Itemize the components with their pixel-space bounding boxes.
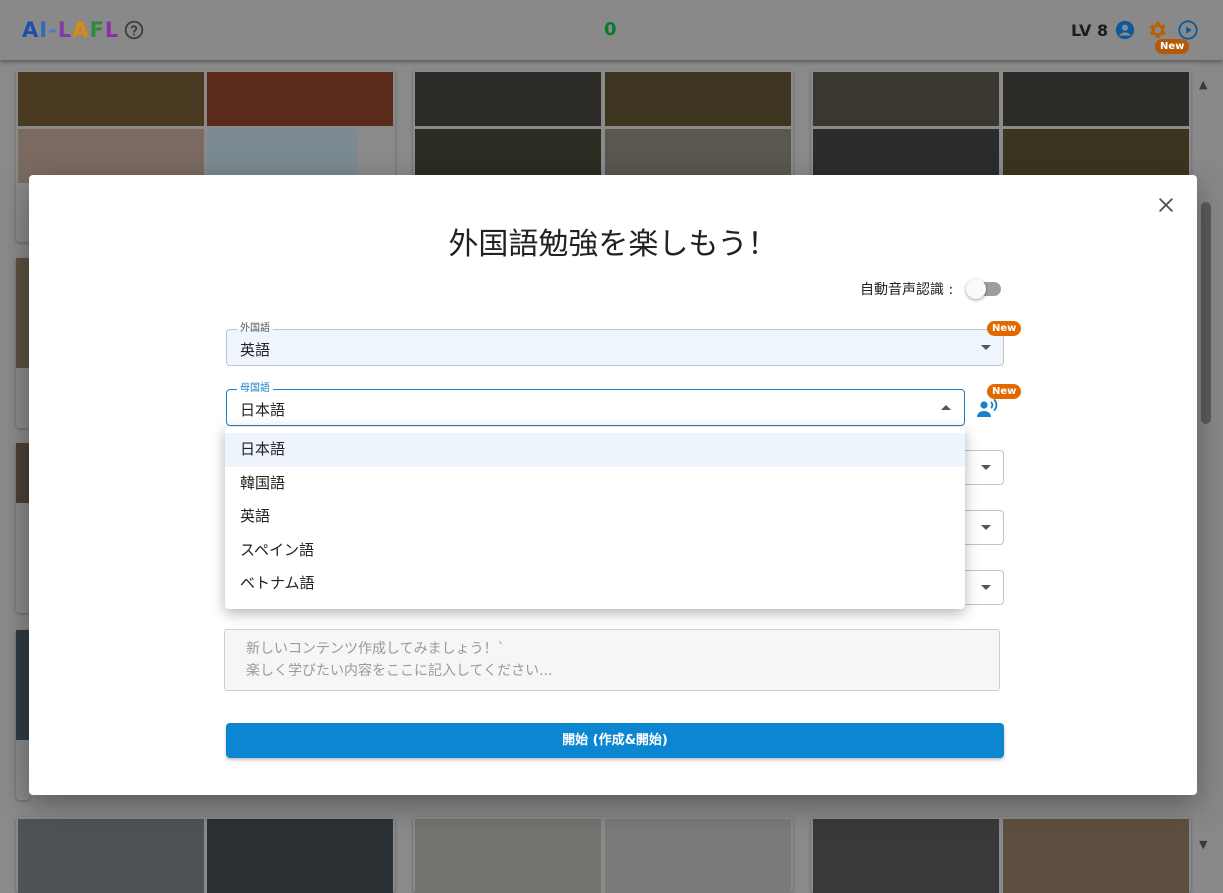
start-dialog: 外国語勉強を楽しもう！ 自動音声認識 : 外国語 英語 New 母国語 日本語 … (29, 175, 1197, 795)
native-language-select[interactable]: 母国語 日本語 (226, 382, 965, 426)
logo-letter: L (104, 18, 120, 42)
foreign-language-select[interactable]: 外国語 英語 (226, 322, 1004, 366)
card-image (1003, 819, 1189, 893)
logo-letter: I (39, 18, 49, 42)
card-image (605, 72, 791, 126)
card-image (16, 443, 30, 503)
account-circle-icon[interactable] (1114, 19, 1136, 41)
card-image (18, 819, 204, 893)
auto-voice-label: 自動音声認識 : (860, 282, 954, 298)
logo-letter: F (89, 18, 105, 42)
content-card[interactable] (16, 817, 395, 893)
logo-letter: A (72, 18, 90, 42)
card-image (207, 819, 393, 893)
app-header: AI-LAFL 0 LV 8 New (0, 0, 1223, 60)
native-language-menu: 日本語 韓国語 英語 スペイン語 ベトナム語 (225, 427, 965, 609)
card-image (605, 819, 791, 893)
start-button[interactable]: 開始 (作成&開始) (226, 723, 1004, 758)
chevron-down-icon (981, 585, 991, 590)
content-card[interactable] (811, 817, 1191, 893)
content-card[interactable] (16, 630, 30, 800)
dialog-title: 外国語勉強を楽しもう！ (448, 227, 778, 262)
native-language-label: 母国語 (237, 382, 273, 395)
toggle-knob (966, 279, 986, 299)
card-image (813, 72, 999, 126)
content-card[interactable] (16, 258, 30, 428)
card-image (813, 819, 999, 893)
card-image (1003, 72, 1189, 126)
content-card[interactable] (413, 817, 793, 893)
scrollbar-thumb[interactable] (1201, 202, 1211, 424)
native-language-option[interactable]: スペイン語 (225, 534, 965, 568)
chevron-down-icon (981, 345, 991, 350)
chevron-up-icon (941, 405, 951, 410)
native-new-badge: New (987, 384, 1022, 399)
foreign-new-badge: New (987, 321, 1022, 336)
foreign-language-value: 英語 (240, 341, 271, 359)
logo-letter: A (22, 18, 40, 42)
level-indicator: LV 8 (1071, 21, 1109, 40)
content-textarea-placeholder: 新しいコンテンツ作成してみましょう！` 楽しく学びたい内容をここに記入してくださ… (246, 641, 553, 679)
settings-new-badge: New (1155, 39, 1190, 54)
content-textarea[interactable]: 新しいコンテンツ作成してみましょう！` 楽しく学びたい内容をここに記入してくださ… (224, 629, 1000, 691)
scroll-down-icon[interactable]: ▼ (1199, 838, 1207, 851)
native-language-value: 日本語 (240, 401, 286, 419)
chevron-down-icon (981, 465, 991, 470)
close-icon[interactable] (1156, 195, 1176, 215)
score-counter: 0 (604, 19, 617, 40)
app-logo[interactable]: AI-LAFL (22, 18, 119, 42)
voice-person-icon[interactable] (976, 398, 1000, 418)
content-card[interactable] (16, 443, 30, 613)
page-scrollbar[interactable] (1200, 60, 1223, 893)
native-language-option[interactable]: 日本語 (225, 433, 965, 467)
gear-icon[interactable] (1146, 19, 1168, 41)
play-circle-icon[interactable] (1177, 19, 1199, 41)
card-image (415, 819, 601, 893)
card-image (18, 72, 204, 126)
foreign-language-label: 外国語 (237, 322, 273, 335)
scroll-up-icon[interactable]: ▲ (1199, 78, 1207, 91)
chevron-down-icon (981, 525, 991, 530)
auto-voice-toggle[interactable] (966, 279, 1001, 299)
card-image (16, 630, 30, 740)
card-image (415, 72, 601, 126)
native-language-option[interactable]: 英語 (225, 500, 965, 534)
native-language-option[interactable]: 韓国語 (225, 467, 965, 501)
card-image (207, 72, 393, 126)
logo-letter: - (48, 18, 58, 42)
logo-letter: L (57, 18, 73, 42)
help-circle-icon[interactable] (124, 20, 144, 40)
native-language-option[interactable]: ベトナム語 (225, 567, 965, 601)
card-image (16, 258, 30, 368)
